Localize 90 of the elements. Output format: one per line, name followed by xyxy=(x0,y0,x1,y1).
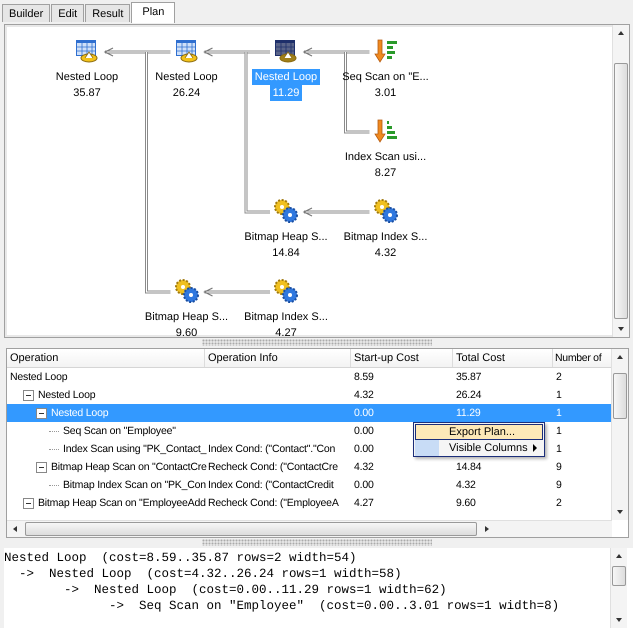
column-header[interactable]: Operation Info xyxy=(205,349,351,367)
tab[interactable]: Builder xyxy=(2,4,50,22)
table-cell: Nested Loop xyxy=(38,389,96,401)
node-label[interactable]: Nested Loop xyxy=(152,69,221,85)
table-cell: 14.84 xyxy=(456,461,482,473)
table-cell: Seq Scan on "Employee" xyxy=(63,425,176,437)
table-cell: 0.00 xyxy=(354,443,374,455)
scroll-thumb[interactable] xyxy=(614,63,628,319)
scrollbar[interactable] xyxy=(611,349,628,520)
table-cell: 26.24 xyxy=(456,389,482,401)
table-cell: 1 xyxy=(556,389,562,401)
splitter-handle[interactable] xyxy=(202,339,432,346)
table-cell: 2 xyxy=(556,371,562,383)
gears-icon xyxy=(372,198,398,224)
table-cell: 4.32 xyxy=(354,461,374,473)
table-cell: 4.32 xyxy=(456,479,476,491)
table-cell: Recheck Cond: ("ContactCre xyxy=(208,461,338,473)
table-cell: 0.00 xyxy=(354,479,374,491)
table-cell: Bitmap Heap Scan on "EmployeeAdd xyxy=(38,497,206,509)
node-cost: 4.32 xyxy=(374,246,398,261)
column-header[interactable]: Operation xyxy=(7,349,205,367)
collapse-icon[interactable] xyxy=(36,408,47,418)
node-cost: 4.27 xyxy=(274,326,298,337)
collapse-icon[interactable] xyxy=(23,498,34,508)
table-cell: 11.29 xyxy=(456,407,480,419)
node-label[interactable]: Bitmap Index S... xyxy=(340,229,430,245)
node-cost: 35.87 xyxy=(72,86,102,101)
table-cell: 0.00 xyxy=(354,425,374,437)
tab[interactable]: Plan xyxy=(131,2,176,23)
table-cell: 2 xyxy=(556,497,562,509)
column-header[interactable]: Number of xyxy=(553,349,604,367)
table-cell: Recheck Cond: ("EmployeeA xyxy=(208,497,339,509)
table-cell: 8.59 xyxy=(354,371,374,383)
tab[interactable]: Result xyxy=(85,4,130,22)
gears-icon xyxy=(174,278,200,304)
connector-arrow xyxy=(203,287,270,297)
node-label[interactable]: Seq Scan on "E... xyxy=(339,69,432,85)
scrollbar[interactable] xyxy=(610,548,627,628)
down-arrow-bars-icon xyxy=(372,38,398,64)
column-header[interactable]: Start-up Cost xyxy=(351,349,453,367)
node-cost: 8.27 xyxy=(374,166,398,181)
column-header[interactable]: Total Cost xyxy=(453,349,553,367)
splitter-handle[interactable] xyxy=(202,539,432,546)
table-cell: 0.00 xyxy=(354,407,374,419)
node-label[interactable]: Nested Loop xyxy=(52,69,122,85)
connector-arrow xyxy=(302,207,370,217)
down-arrow-steps-icon xyxy=(372,118,398,144)
scroll-thumb[interactable] xyxy=(613,373,627,419)
node-cost: 14.84 xyxy=(271,246,301,261)
table-join-icon xyxy=(174,38,200,64)
table-cell: 1 xyxy=(556,425,562,437)
table-cell: 9.60 xyxy=(456,497,476,509)
table-cell: 4.32 xyxy=(354,389,374,401)
table-cell: Index Cond: ("ContactCredit xyxy=(208,479,334,491)
plan-text-line: -> Nested Loop (cost=4.32..26.24 rows=1 width=58) xyxy=(18,566,403,582)
table-cell: 4.27 xyxy=(354,497,374,509)
gears-icon xyxy=(273,198,299,224)
scrollbar[interactable] xyxy=(612,25,629,337)
scroll-thumb[interactable] xyxy=(612,566,626,586)
node-label[interactable]: Index Scan usi... xyxy=(342,149,430,165)
collapse-icon[interactable] xyxy=(23,390,34,400)
node-cost: 11.29 xyxy=(270,85,302,101)
scroll-thumb[interactable] xyxy=(25,522,477,536)
table-cell: 1 xyxy=(556,407,562,419)
node-label[interactable]: Bitmap Heap S... xyxy=(142,309,232,325)
node-cost: 3.01 xyxy=(374,86,398,101)
tab[interactable]: Edit xyxy=(51,4,84,22)
table-cell: Index Cond: ("Contact"."Con xyxy=(208,443,336,455)
table-cell: Bitmap Index Scan on "PK_Con xyxy=(63,479,206,491)
node-label[interactable]: Bitmap Index S... xyxy=(241,309,331,325)
plan-text-line: -> Seq Scan on "Employee" (cost=0.00..3.01 rows=1 width=8) xyxy=(108,598,560,614)
table-join-icon xyxy=(74,38,100,64)
table-cell: Nested Loop xyxy=(10,371,68,383)
plan-text-line: Nested Loop (cost=8.59..35.87 rows=2 width=54) xyxy=(4,550,358,566)
table-cell: 35.87 xyxy=(456,371,482,383)
table-join-icon xyxy=(273,38,299,64)
table-cell: 9 xyxy=(556,479,562,491)
table-cell: 1 xyxy=(556,443,562,455)
table-cell: 9 xyxy=(556,461,562,473)
table-cell: Bitmap Heap Scan on "ContactCre xyxy=(51,461,207,473)
collapse-icon[interactable] xyxy=(36,462,47,472)
table-cell: Index Scan using "PK_Contact_ xyxy=(63,443,206,455)
node-cost: 26.24 xyxy=(172,86,202,101)
gears-icon xyxy=(273,278,299,304)
table-cell: Nested Loop xyxy=(51,407,108,419)
plan-text-line: -> Nested Loop (cost=0.00..11.29 rows=1 width=62) xyxy=(63,582,448,598)
node-cost: 9.60 xyxy=(174,326,198,337)
menu-item[interactable]: Export Plan... xyxy=(415,424,543,440)
scrollbar[interactable] xyxy=(7,520,612,537)
node-label[interactable]: Bitmap Heap S... xyxy=(241,229,331,245)
